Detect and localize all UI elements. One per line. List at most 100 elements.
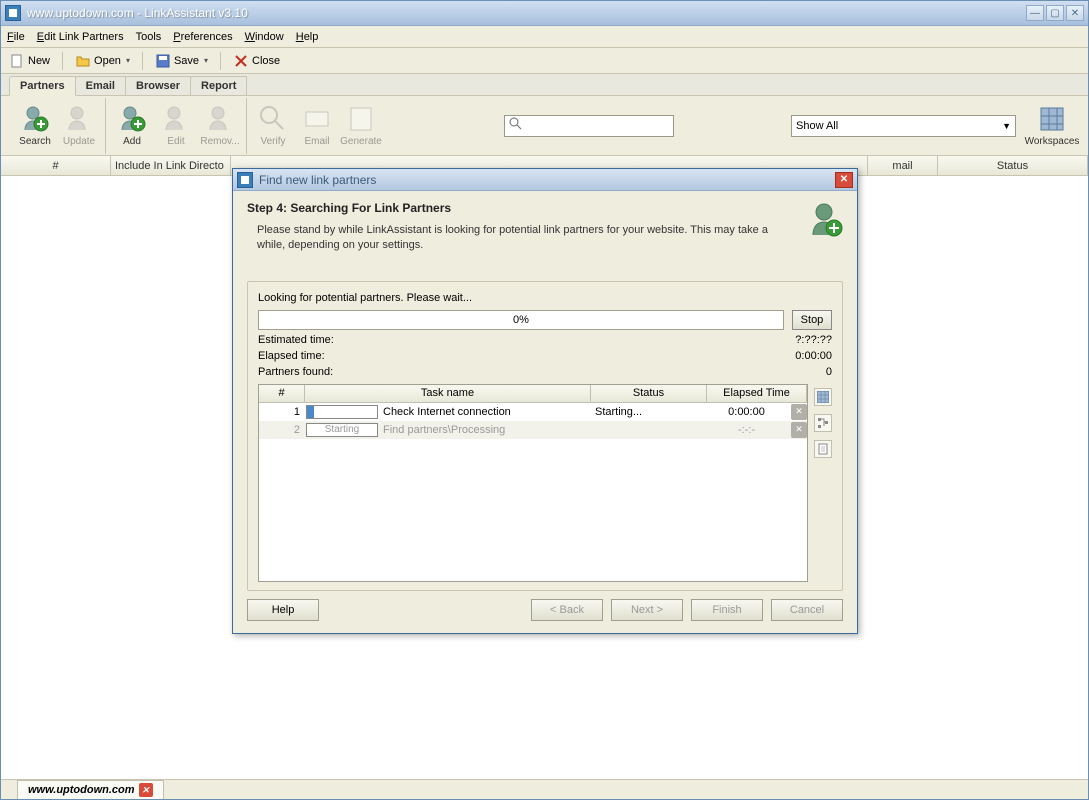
- finish-button[interactable]: Finish: [691, 599, 763, 621]
- menu-edit-partners[interactable]: Edit Link Partners: [37, 31, 124, 43]
- wizard-avatar-icon: [807, 201, 843, 237]
- close-button[interactable]: ✕: [1066, 5, 1084, 21]
- document-view-icon[interactable]: [814, 440, 832, 458]
- new-button[interactable]: New: [5, 51, 54, 71]
- progress-panel: Looking for potential partners. Please w…: [247, 281, 843, 591]
- add-person-icon: [117, 104, 147, 134]
- filter-select[interactable]: Show All ▼: [791, 115, 1016, 137]
- window-title: www.uptodown.com - LinkAssistant v3.10: [27, 6, 1026, 20]
- menu-window[interactable]: Window: [245, 31, 284, 43]
- ribbon-email-button[interactable]: Email: [297, 104, 337, 147]
- toolbar: New Open ▾ Save ▾ Close: [1, 48, 1088, 74]
- status-site: www.uptodown.com: [28, 784, 135, 796]
- task-progress-bar: [306, 405, 378, 419]
- task-row: 2 Starting Find partners\Processing -:-:…: [259, 421, 807, 439]
- dialog-close-button[interactable]: ✕: [835, 172, 853, 188]
- table-view-icon[interactable]: [814, 388, 832, 406]
- ribbon-add-label: Add: [123, 136, 141, 147]
- save-button[interactable]: Save ▾: [151, 51, 212, 71]
- dialog-titlebar[interactable]: Find new link partners ✕: [233, 169, 857, 191]
- menubar: File Edit Link Partners Tools Preference…: [1, 26, 1088, 48]
- search-input[interactable]: [504, 115, 674, 137]
- new-file-icon: [9, 53, 25, 69]
- maximize-button[interactable]: ▢: [1046, 5, 1064, 21]
- titlebar[interactable]: www.uptodown.com - LinkAssistant v3.10 —…: [1, 1, 1088, 26]
- task-col-status[interactable]: Status: [591, 385, 707, 402]
- col-email[interactable]: mail: [868, 156, 938, 175]
- search-icon: [509, 117, 523, 134]
- chevron-down-icon: ▼: [1002, 121, 1011, 131]
- search-person-icon: [20, 104, 50, 134]
- minimize-button[interactable]: —: [1026, 5, 1044, 21]
- tab-partners[interactable]: Partners: [9, 76, 76, 96]
- chevron-down-icon: ▾: [126, 56, 130, 65]
- workspaces-icon: [1037, 104, 1067, 134]
- tree-view-icon[interactable]: [814, 414, 832, 432]
- statusbar: www.uptodown.com ✕: [1, 779, 1088, 799]
- close-icon[interactable]: ✕: [139, 783, 153, 797]
- app-icon: [5, 5, 21, 21]
- menu-tools[interactable]: Tools: [136, 31, 162, 43]
- ribbon-workspaces-button[interactable]: Workspaces: [1032, 104, 1072, 147]
- task-cancel-icon[interactable]: ✕: [791, 404, 807, 420]
- open-label: Open: [94, 55, 121, 67]
- dialog-icon: [237, 172, 253, 188]
- task-table: # Task name Status Elapsed Time 1 Check …: [258, 384, 808, 582]
- dialog-title: Find new link partners: [259, 173, 835, 187]
- partners-found-value: 0: [826, 366, 832, 378]
- task-col-num[interactable]: #: [259, 385, 305, 402]
- tab-browser[interactable]: Browser: [125, 76, 191, 95]
- next-button[interactable]: Next >: [611, 599, 683, 621]
- menu-file[interactable]: File: [7, 31, 25, 43]
- new-label: New: [28, 55, 50, 67]
- task-col-elapsed[interactable]: Elapsed Time: [707, 385, 807, 402]
- help-button[interactable]: Help: [247, 599, 319, 621]
- partners-found-label: Partners found:: [258, 366, 333, 378]
- close-label: Close: [252, 55, 280, 67]
- email-icon: [302, 104, 332, 134]
- ribbon-update-button[interactable]: Update: [59, 104, 99, 147]
- progress-bar: 0%: [258, 310, 784, 330]
- col-include[interactable]: Include In Link Directo: [111, 156, 231, 175]
- step-title: Step 4: Searching For Link Partners: [247, 201, 797, 215]
- remove-person-icon: [205, 104, 235, 134]
- find-partners-dialog: Find new link partners ✕ Step 4: Searchi…: [232, 168, 858, 634]
- open-folder-icon: [75, 53, 91, 69]
- ribbon-verify-button[interactable]: Verify: [253, 104, 293, 147]
- task-cancel-icon[interactable]: ✕: [791, 422, 807, 438]
- close-project-button[interactable]: Close: [229, 51, 284, 71]
- estimated-label: Estimated time:: [258, 334, 334, 346]
- ribbon: Search Update Add Edit Remov...: [1, 96, 1088, 156]
- task-progress-bar: Starting: [306, 423, 378, 437]
- ribbon-remove-button[interactable]: Remov...: [200, 104, 240, 147]
- stop-button[interactable]: Stop: [792, 310, 832, 330]
- update-person-icon: [64, 104, 94, 134]
- tab-email[interactable]: Email: [75, 76, 126, 95]
- ribbon-edit-button[interactable]: Edit: [156, 104, 196, 147]
- menu-help[interactable]: Help: [296, 31, 319, 43]
- cancel-button[interactable]: Cancel: [771, 599, 843, 621]
- ribbon-edit-label: Edit: [167, 136, 184, 147]
- verify-icon: [258, 104, 288, 134]
- estimated-value: ?:??:??: [795, 334, 832, 346]
- menu-preferences[interactable]: Preferences: [173, 31, 232, 43]
- col-status[interactable]: Status: [938, 156, 1088, 175]
- col-num[interactable]: #: [1, 156, 111, 175]
- tab-report[interactable]: Report: [190, 76, 247, 95]
- task-col-name[interactable]: Task name: [305, 385, 591, 402]
- ribbon-remove-label: Remov...: [200, 136, 239, 147]
- task-row: 1 Check Internet connection Starting... …: [259, 403, 807, 421]
- ribbon-generate-button[interactable]: Generate: [341, 104, 381, 147]
- status-project-tab[interactable]: www.uptodown.com ✕: [17, 780, 164, 799]
- ribbon-update-label: Update: [63, 136, 95, 147]
- save-disk-icon: [155, 53, 171, 69]
- close-x-icon: [233, 53, 249, 69]
- ribbon-search-button[interactable]: Search: [15, 104, 55, 147]
- ribbon-add-button[interactable]: Add: [112, 104, 152, 147]
- chevron-down-icon: ▾: [204, 56, 208, 65]
- back-button[interactable]: < Back: [531, 599, 603, 621]
- progress-percent: 0%: [513, 314, 529, 326]
- elapsed-value: 0:00:00: [795, 350, 832, 362]
- ribbon-search-label: Search: [19, 136, 51, 147]
- open-button[interactable]: Open ▾: [71, 51, 134, 71]
